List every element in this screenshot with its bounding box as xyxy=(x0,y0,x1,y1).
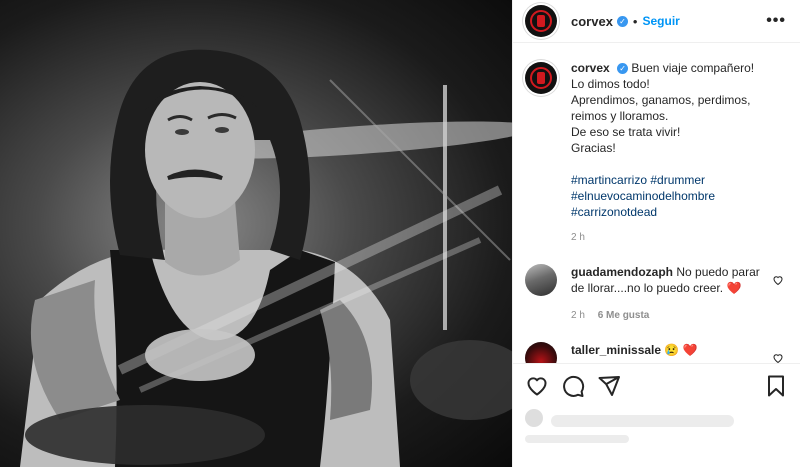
follow-button[interactable]: Seguir xyxy=(642,14,679,28)
like-comment-icon[interactable] xyxy=(772,264,786,324)
comment-timestamp[interactable]: 2 h xyxy=(571,310,585,321)
commenter-username[interactable]: taller_minissale xyxy=(571,343,661,357)
caption-line: De eso se trata vivir! xyxy=(571,125,681,139)
comment-body: guadamendozaph No puedo parar de llorar.… xyxy=(571,264,767,324)
comment-emoji: 😢 ❤️ xyxy=(664,343,698,357)
comment-body: taller_minissale 😢 ❤️ xyxy=(571,342,767,363)
post-side-panel: corvex ✓ • Seguir ••• corvex ✓ Buen viaj… xyxy=(512,0,800,467)
like-comment-icon[interactable] xyxy=(772,342,786,363)
hashtag-link[interactable]: #elnuevocaminodelhombre xyxy=(571,188,781,204)
caption-line: Buen viaje compañero! xyxy=(631,61,755,75)
heart-icon[interactable] xyxy=(525,374,549,398)
hashtags: #martincarrizo #drummer #elnuevocaminode… xyxy=(571,172,781,220)
more-options-icon[interactable]: ••• xyxy=(766,12,786,30)
action-bar xyxy=(513,363,800,407)
commenter-avatar[interactable] xyxy=(525,264,557,296)
caption-line: Lo dimos todo! xyxy=(571,77,650,91)
comments-scroll-area[interactable]: corvex ✓ Buen viaje compañero! Lo dimos … xyxy=(513,44,800,363)
send-icon[interactable] xyxy=(597,374,621,398)
hashtag-link[interactable]: #carrizonotdead xyxy=(571,204,781,220)
comment: taller_minissale 😢 ❤️ xyxy=(525,342,786,363)
heart-emoji: ❤️ xyxy=(726,281,742,295)
caption-line: Aprendimos, ganamos, perdimos, reimos y … xyxy=(571,93,751,123)
comment-meta: 2 h 6 Me gusta xyxy=(571,308,767,324)
commenter-username[interactable]: guadamendozaph xyxy=(571,265,673,279)
caption: corvex ✓ Buen viaje compañero! Lo dimos … xyxy=(525,60,786,246)
comment-icon[interactable] xyxy=(561,374,585,398)
author-avatar[interactable] xyxy=(525,5,557,37)
verified-badge-icon: ✓ xyxy=(616,15,628,27)
comment: guadamendozaph No puedo parar de llorar.… xyxy=(525,264,786,324)
blurred-text xyxy=(525,435,630,443)
blurred-likes-area xyxy=(525,407,786,467)
hashtag-link[interactable]: #martincarrizo #drummer xyxy=(571,172,781,188)
bookmark-icon[interactable] xyxy=(764,374,788,398)
separator-dot: • xyxy=(632,13,638,29)
drummer-photo-illustration xyxy=(20,49,512,467)
comment-likes[interactable]: 6 Me gusta xyxy=(598,310,650,321)
caption-timestamp[interactable]: 2 h xyxy=(571,230,781,246)
verified-badge-icon: ✓ xyxy=(617,63,629,75)
brand-logo-icon xyxy=(530,10,552,32)
caption-body: corvex ✓ Buen viaje compañero! Lo dimos … xyxy=(571,60,781,246)
post-photo[interactable] xyxy=(0,0,512,467)
caption-line: Gracias! xyxy=(571,141,616,155)
blurred-avatar xyxy=(525,409,543,427)
caption-avatar[interactable] xyxy=(525,62,557,94)
caption-username[interactable]: corvex xyxy=(571,61,610,75)
post-header: corvex ✓ • Seguir ••• xyxy=(513,0,800,43)
blurred-text xyxy=(551,415,734,427)
commenter-avatar[interactable] xyxy=(525,342,557,363)
brand-logo-icon xyxy=(530,67,552,89)
author-username[interactable]: corvex xyxy=(571,14,613,29)
